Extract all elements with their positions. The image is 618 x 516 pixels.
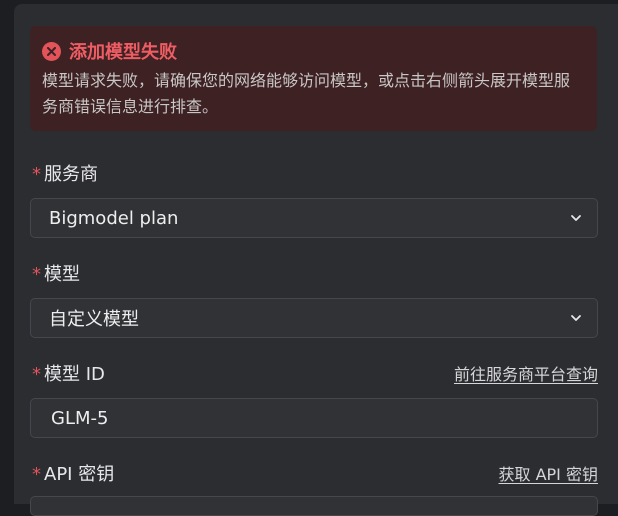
api-key-label-text: API 密钥: [44, 464, 115, 485]
model-select[interactable]: 自定义模型: [30, 298, 598, 338]
get-api-key-link[interactable]: 获取 API 密钥: [499, 462, 599, 488]
model-id-label-text: 模型 ID: [44, 364, 105, 385]
provider-select[interactable]: Bigmodel plan: [30, 198, 598, 238]
model-label: * 模型: [32, 262, 80, 288]
provider-selected-value: Bigmodel plan: [49, 207, 179, 229]
required-mark: *: [32, 364, 41, 385]
model-label-text: 模型: [44, 264, 80, 285]
api-key-label: * API 密钥: [32, 462, 114, 488]
chevron-down-icon: [569, 311, 583, 325]
model-id-label: * 模型 ID: [32, 362, 105, 388]
required-mark: *: [32, 164, 41, 185]
error-alert: 添加模型失败 模型请求失败，请确保您的网络能够访问模型，或点击右侧箭头展开模型服…: [30, 26, 597, 131]
model-id-value: GLM-5: [51, 407, 109, 429]
add-model-panel: 添加模型失败 模型请求失败，请确保您的网络能够访问模型，或点击右侧箭头展开模型服…: [14, 4, 618, 516]
provider-label-text: 服务商: [44, 164, 98, 185]
api-key-input[interactable]: [30, 496, 598, 516]
required-mark: *: [32, 264, 41, 285]
error-title: 添加模型失败: [69, 42, 177, 63]
error-circle-icon: [42, 41, 61, 61]
model-id-input[interactable]: GLM-5: [30, 398, 598, 438]
provider-platform-link[interactable]: 前往服务商平台查询: [454, 362, 598, 388]
chevron-down-icon: [569, 211, 583, 225]
required-mark: *: [32, 464, 41, 485]
model-selected-value: 自定义模型: [49, 309, 139, 330]
error-message: 模型请求失败，请确保您的网络能够访问模型，或点击右侧箭头展开模型服务商错误信息进…: [42, 71, 571, 116]
provider-label: * 服务商: [32, 162, 98, 188]
error-header: 添加模型失败: [42, 38, 585, 64]
